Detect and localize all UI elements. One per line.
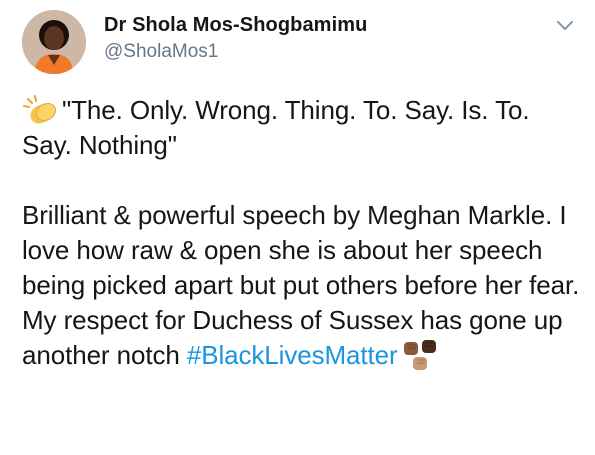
- avatar[interactable]: [22, 10, 86, 74]
- tweet-header: Dr Shola Mos-Shogbamimu @SholaMos1: [104, 13, 367, 64]
- tweet-quote-paragraph: "The. Only. Wrong. Thing. To. Say. Is. T…: [22, 93, 582, 163]
- raised-fists-emoji: [403, 340, 436, 370]
- tweet-text: "The. Only. Wrong. Thing. To. Say. Is. T…: [22, 93, 582, 374]
- chevron-down-icon[interactable]: [554, 14, 576, 36]
- author-display-name[interactable]: Dr Shola Mos-Shogbamimu: [104, 13, 367, 37]
- author-handle[interactable]: @SholaMos1: [104, 40, 367, 64]
- avatar-image: [22, 10, 86, 74]
- tweet-body-paragraph: Brilliant & powerful speech by Meghan Ma…: [22, 198, 582, 374]
- quote-text: "The. Only. Wrong. Thing. To. Say. Is. T…: [22, 95, 530, 160]
- hashtag-link[interactable]: #BlackLivesMatter: [187, 340, 398, 370]
- tweet-card: Dr Shola Mos-Shogbamimu @SholaMos1 "The.…: [0, 0, 595, 455]
- clapping-hands-emoji: [23, 95, 57, 124]
